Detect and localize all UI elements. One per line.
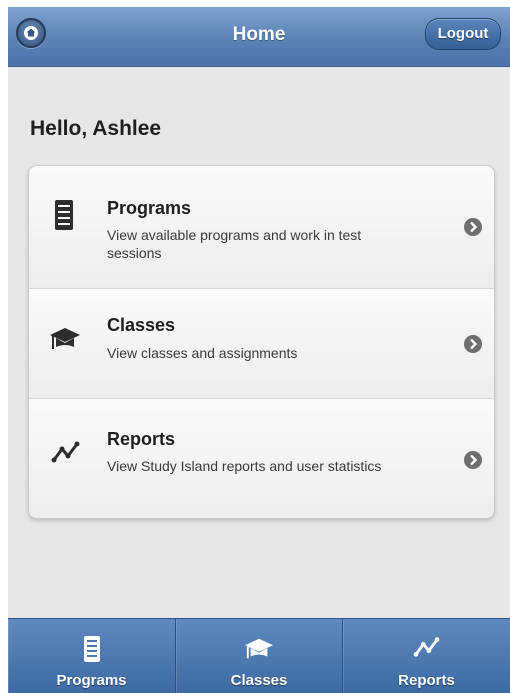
line-graph-icon (51, 439, 81, 470)
menu-item-title: Reports (107, 429, 176, 449)
app-frame: Home Logout Hello, Ashlee Programs View … (8, 7, 510, 693)
menu-item-programs[interactable]: Programs View available programs and wor… (29, 166, 494, 288)
tab-label: Programs (56, 672, 127, 689)
tab-label: Classes (230, 672, 288, 689)
chevron-right-icon (464, 451, 482, 469)
graduation-cap-icon (244, 635, 274, 668)
graduation-cap-icon (49, 324, 81, 359)
chevron-right-icon (464, 218, 482, 236)
chevron-right-icon (464, 335, 482, 353)
tab-programs[interactable]: Programs (8, 619, 176, 693)
menu-item-description: View Study Island reports and user stati… (107, 458, 382, 474)
menu-item-reports[interactable]: Reports View Study Island reports and us… (29, 398, 494, 518)
tab-classes[interactable]: Classes (176, 619, 343, 693)
server-stack-icon (83, 635, 101, 668)
menu-list: Programs View available programs and wor… (28, 165, 495, 519)
server-stack-icon (51, 198, 77, 237)
greeting-text: Hello, Ashlee (30, 117, 162, 140)
tab-reports[interactable]: Reports (343, 619, 510, 693)
menu-item-classes[interactable]: Classes View classes and assignments (29, 288, 494, 398)
menu-item-title: Programs (107, 198, 192, 218)
header-bar: Home Logout (8, 7, 510, 67)
menu-item-title: Classes (107, 315, 176, 335)
line-graph-icon (413, 635, 441, 664)
menu-item-description: View available programs and work in test… (107, 227, 362, 261)
menu-item-description: View classes and assignments (107, 345, 298, 361)
tab-bar: Programs Classes Reports (8, 618, 510, 693)
logout-button[interactable]: Logout (425, 18, 501, 50)
tab-label: Reports (398, 672, 455, 689)
